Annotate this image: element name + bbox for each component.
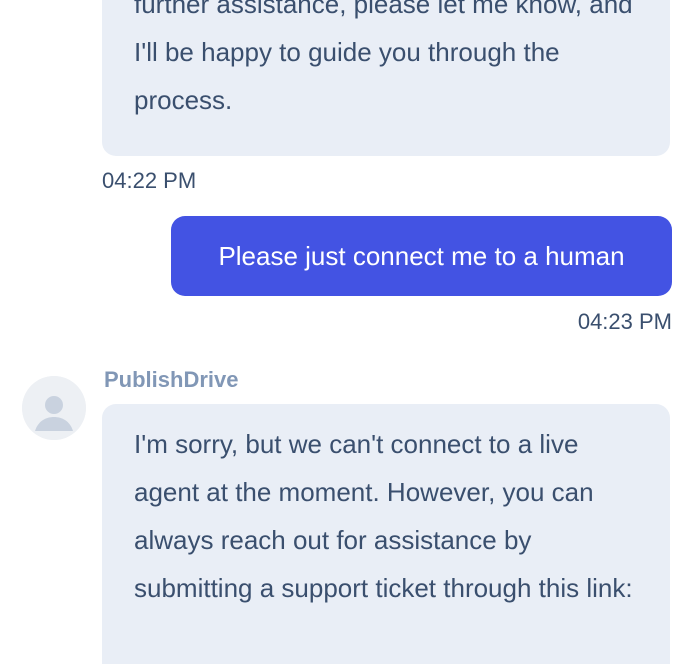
message-timestamp: 04:22 PM xyxy=(102,168,197,193)
sender-name: PublishDrive xyxy=(104,367,239,392)
bot-message-text: I'm sorry, but we can't connect to a liv… xyxy=(134,429,633,603)
user-message-bubble: Please just connect me to a human xyxy=(171,216,672,296)
bot-message-text: further assistance, please let me know, … xyxy=(134,0,633,115)
chat-thread: further assistance, please let me know, … xyxy=(0,0,698,664)
bot-message-bubble: further assistance, please let me know, … xyxy=(102,0,670,156)
bot-message-bubble: I'm sorry, but we can't connect to a liv… xyxy=(102,404,670,664)
user-avatar-icon xyxy=(22,376,86,440)
user-message-text: Please just connect me to a human xyxy=(218,240,625,271)
message-timestamp: 04:23 PM xyxy=(577,309,672,334)
